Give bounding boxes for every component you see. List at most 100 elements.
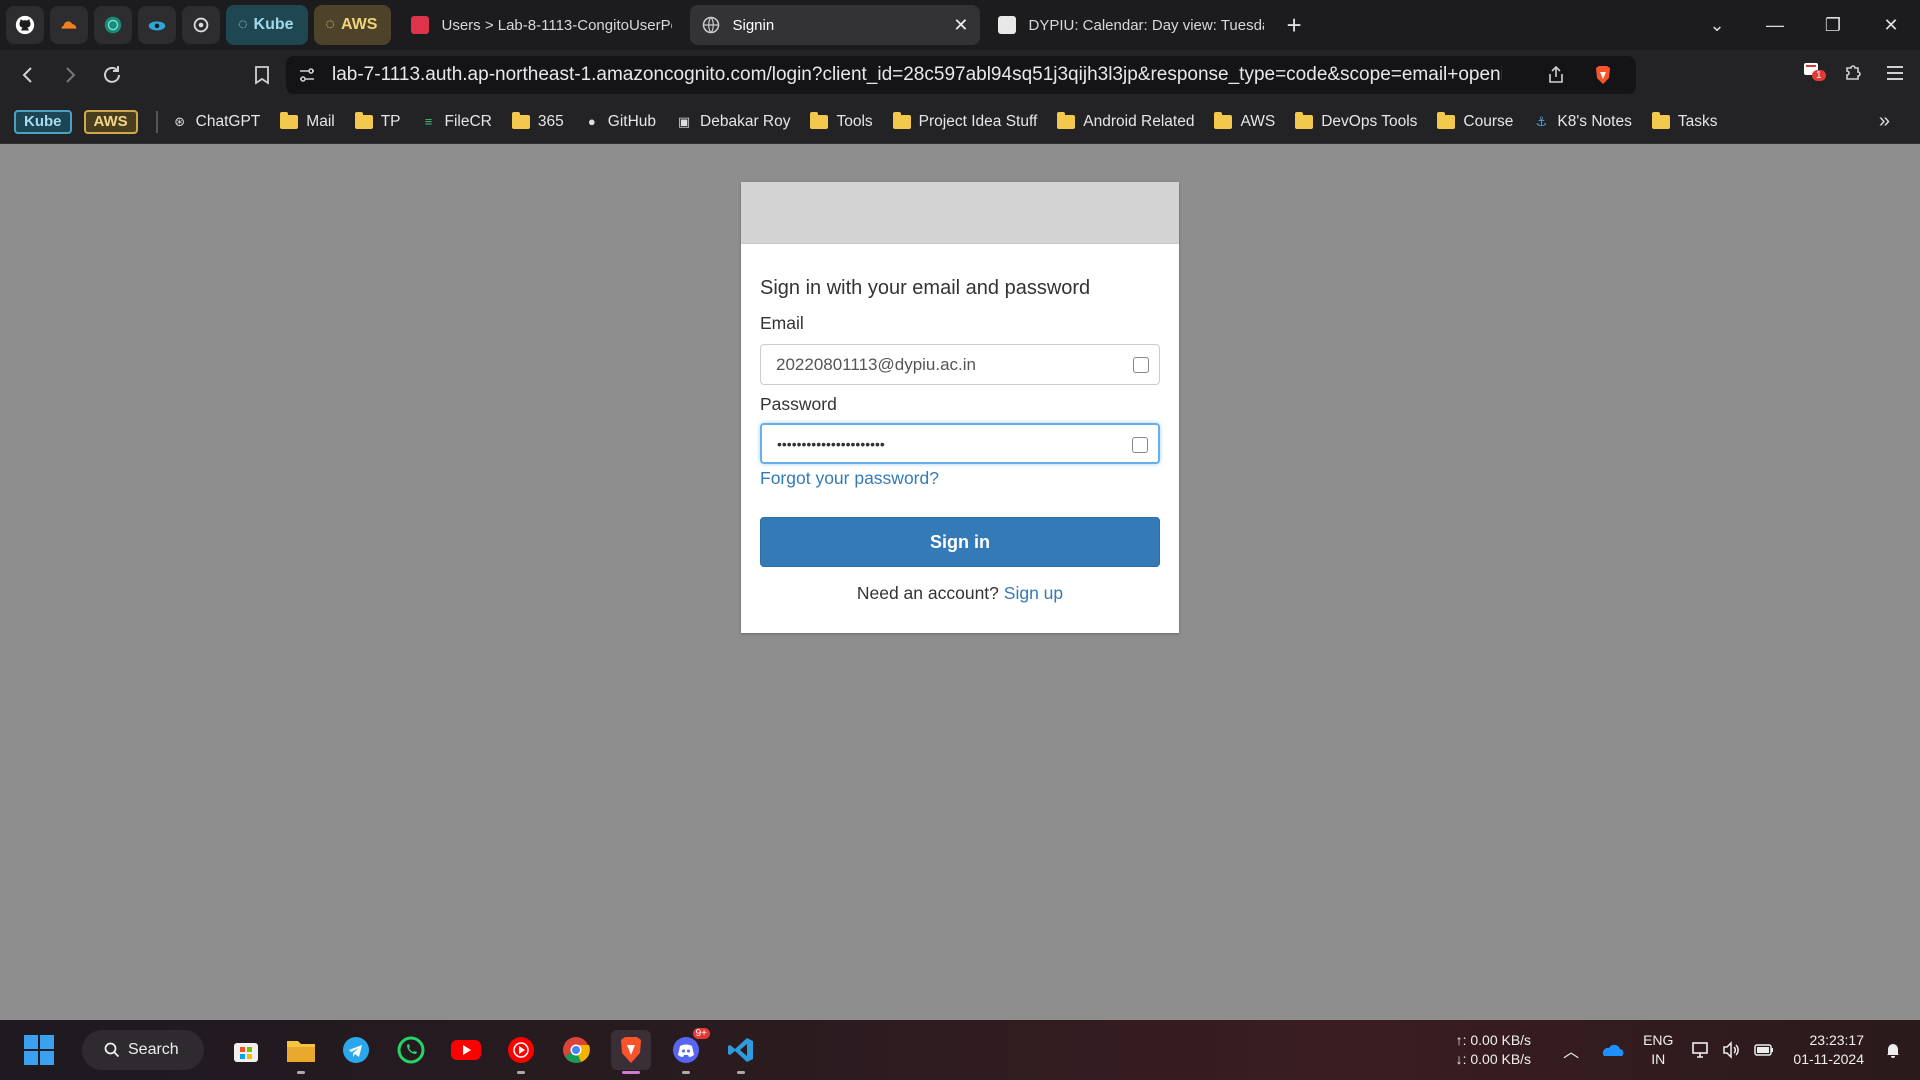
taskbar-whatsapp[interactable] (391, 1030, 431, 1070)
signin-button[interactable]: Sign in (760, 517, 1160, 567)
show-hidden-icons-icon[interactable]: ︿ (1563, 1038, 1579, 1062)
taskbar-youtube-music[interactable] (501, 1030, 541, 1074)
pinned-tab-github[interactable] (6, 6, 44, 44)
taskbar-vscode[interactable] (721, 1030, 761, 1074)
anchor-icon: ⚓ (1535, 113, 1548, 129)
start-button[interactable] (24, 1035, 54, 1065)
vscode-icon (728, 1038, 753, 1062)
bookmark-group-kube[interactable]: Kube (14, 109, 72, 134)
bookmark-item[interactable]: Tools (810, 111, 873, 131)
bookmark-item[interactable]: DevOps Tools (1295, 111, 1418, 131)
bookmark-item[interactable]: Course (1437, 111, 1513, 131)
battery-icon[interactable] (1753, 1040, 1775, 1060)
taskbar-youtube[interactable] (446, 1030, 486, 1070)
navigation-toolbar: lab-7-1113.auth.ap-northeast-1.amazoncog… (0, 50, 1920, 100)
forgot-password-link[interactable]: Forgot your password? (760, 468, 1160, 489)
github-icon (15, 15, 35, 35)
bookmark-item[interactable]: ≡ FileCR (421, 113, 492, 131)
password-manager-icon[interactable] (1132, 437, 1148, 453)
forward-button[interactable] (52, 57, 88, 93)
minimize-icon[interactable]: — (1746, 15, 1804, 36)
bookmark-item[interactable]: ● GitHub (584, 113, 656, 131)
bookmark-label: Mail (306, 112, 335, 130)
loading-icon: ◌ (238, 16, 248, 33)
chatgpt-icon: ⊛ (174, 113, 186, 129)
more-bookmarks-icon[interactable]: » (1879, 110, 1890, 133)
bookmark-item[interactable]: Android Related (1057, 111, 1194, 131)
notification-bell-icon[interactable] (1884, 1041, 1902, 1059)
clock[interactable]: 23:23:17 01-11-2024 (1793, 1031, 1864, 1069)
brave-shields-icon[interactable] (1592, 64, 1614, 86)
taskbar-telegram[interactable] (336, 1030, 376, 1070)
tab-cognito-users[interactable]: Users > Lab-8-1113-CongitoUserPo (399, 5, 684, 45)
reload-button[interactable] (94, 57, 130, 93)
taskbar-search[interactable]: Search (82, 1030, 204, 1070)
bookmark-page-button[interactable] (244, 57, 280, 93)
tab-strip: ◌ Kube ◌ AWS Users > Lab-8-1113-CongitoU… (0, 0, 1920, 50)
bookmark-group-aws[interactable]: AWS (83, 109, 138, 134)
bookmark-item[interactable]: Mail (280, 111, 335, 131)
tab-group-label: Kube (253, 16, 294, 33)
url-text: lab-7-1113.auth.ap-northeast-1.amazoncog… (332, 64, 1502, 85)
signup-link[interactable]: Sign up (1004, 583, 1063, 603)
bookmark-separator (155, 110, 158, 133)
bookmark-label: GitHub (607, 112, 657, 130)
taskbar-brave[interactable] (611, 1030, 651, 1074)
tab-dypiu-calendar[interactable]: DYPIU: Calendar: Day view: Tuesday (986, 5, 1276, 45)
bookmark-label: ChatGPT (195, 112, 261, 130)
taskbar-store[interactable] (226, 1030, 266, 1070)
whatsapp-icon (397, 1036, 425, 1064)
menu-icon[interactable] (1884, 62, 1906, 84)
close-tab-icon[interactable]: ✕ (953, 16, 968, 34)
tab-search-icon[interactable]: ⌄ (1688, 15, 1746, 36)
clock-date: 01-11-2024 (1793, 1051, 1864, 1067)
pinned-tab-chatgpt[interactable] (182, 6, 220, 44)
chatgpt-icon (193, 17, 209, 33)
password-field[interactable]: •••••••••••••••••••••• (760, 423, 1160, 464)
taskbar-chrome[interactable] (556, 1030, 596, 1070)
github-icon: ● (587, 114, 596, 129)
avatar-icon: ▣ (677, 113, 691, 129)
volume-icon[interactable] (1721, 1040, 1741, 1060)
bookmark-item[interactable]: ⊛ ChatGPT (172, 112, 261, 131)
bookmark-item[interactable]: Tasks (1651, 111, 1717, 131)
restore-icon[interactable]: ❐ (1804, 15, 1862, 36)
running-indicator (297, 1071, 305, 1074)
bookmark-label: Project Idea Stuff (918, 112, 1038, 130)
new-tab-button[interactable]: + (1286, 10, 1301, 41)
language-bottom: IN (1651, 1051, 1666, 1067)
bookmark-item[interactable]: TP (354, 111, 401, 131)
tab-group-kube[interactable]: ◌ Kube (226, 5, 308, 45)
email-value: 20220801113@dypiu.ac.in (776, 354, 977, 374)
pinned-tab-cloudflare[interactable] (50, 6, 88, 44)
folder-icon (810, 111, 829, 129)
bookmark-item[interactable]: 365 (511, 111, 564, 131)
taskbar-file-explorer[interactable] (281, 1030, 321, 1074)
puzzle-icon[interactable] (1842, 62, 1864, 84)
tab-group-aws[interactable]: ◌ AWS (313, 5, 392, 45)
extension-button[interactable]: 1 (1802, 60, 1826, 85)
address-bar[interactable]: lab-7-1113.auth.ap-northeast-1.amazoncog… (286, 56, 1636, 94)
email-field[interactable]: 20220801113@dypiu.ac.in (760, 344, 1160, 385)
network-speed: ↑: 0.00 KB/s ↓: 0.00 KB/s (1456, 1031, 1531, 1069)
pinned-tab-site[interactable] (94, 6, 132, 44)
bookmark-item[interactable]: Project Idea Stuff (892, 111, 1038, 131)
password-manager-icon[interactable] (1133, 357, 1149, 373)
bookmark-icon (255, 66, 269, 85)
cloudflare-icon (61, 21, 77, 29)
onedrive-icon[interactable] (1601, 1042, 1625, 1058)
bookmark-item[interactable]: ▣ Debakar Roy (676, 113, 791, 131)
share-icon[interactable] (1546, 65, 1566, 85)
bookmark-label: DevOps Tools (1321, 112, 1418, 130)
tab-signin[interactable]: Signin ✕ (690, 5, 981, 45)
bookmark-item[interactable]: ⚓ K8's Notes (1533, 113, 1632, 131)
windows-logo-pane (24, 1051, 38, 1065)
pinned-tab-eye[interactable] (138, 6, 176, 44)
folder-icon (1437, 111, 1456, 129)
taskbar-discord[interactable]: 9+ (666, 1028, 710, 1074)
language-indicator[interactable]: ENG IN (1643, 1031, 1673, 1069)
back-button[interactable] (10, 57, 46, 93)
close-window-icon[interactable]: ✕ (1862, 15, 1920, 36)
network-icon[interactable] (1691, 1040, 1711, 1060)
bookmark-item[interactable]: AWS (1214, 111, 1275, 131)
